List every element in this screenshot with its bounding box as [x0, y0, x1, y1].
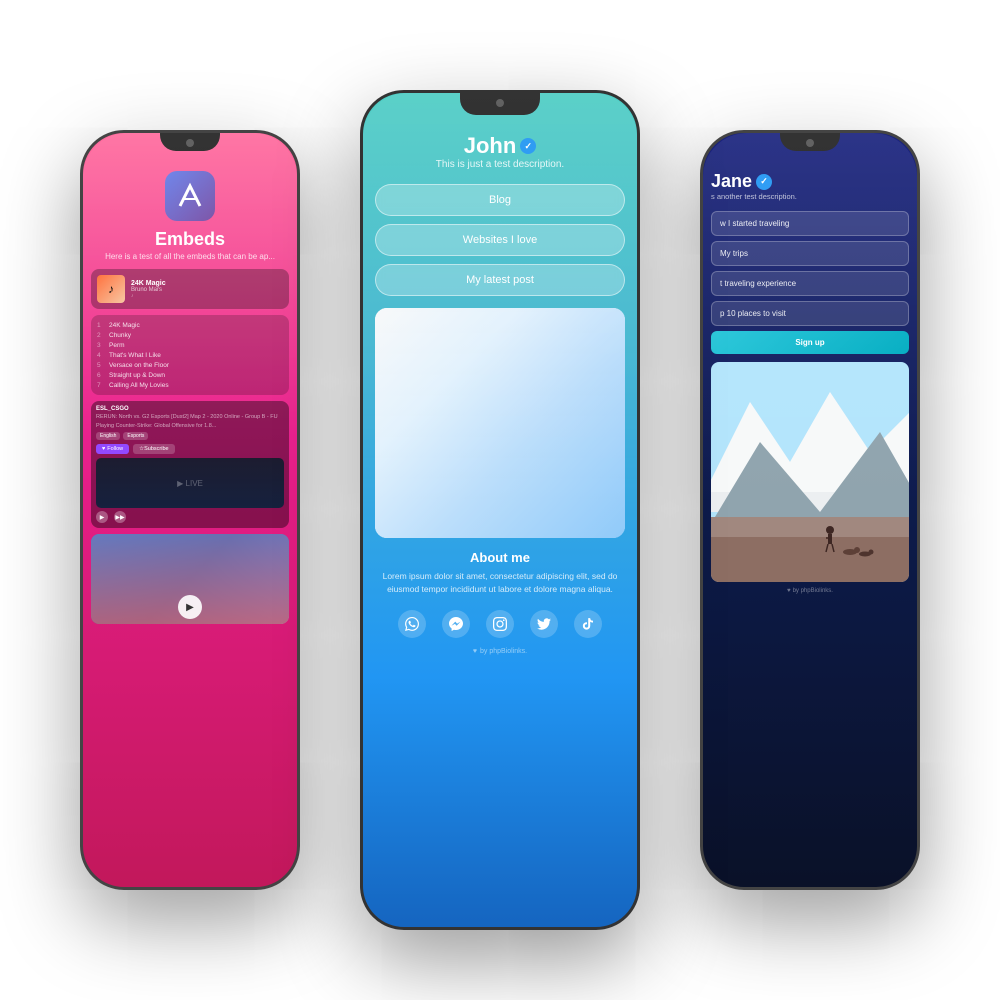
- center-footer: ♥ by phpBiolinks.: [473, 648, 527, 655]
- twitch-embed: ESL_CSGO RERUN: North vs. G2 Esports [Du…: [91, 401, 289, 528]
- about-section: About me Lorem ipsum dolor sit amet, con…: [375, 550, 625, 596]
- phone-left: Embeds Here is a test of all the embeds …: [80, 130, 300, 890]
- messenger-icon[interactable]: [442, 610, 470, 638]
- left-title: Embeds: [91, 229, 289, 250]
- playlist-item: 3Perm: [97, 340, 283, 350]
- twitch-title: ESL_CSGO: [96, 406, 284, 412]
- about-text: Lorem ipsum dolor sit amet, consectetur …: [375, 570, 625, 596]
- tiktok-icon[interactable]: [574, 610, 602, 638]
- video-thumb: ▶: [91, 534, 289, 624]
- twitch-subtitle: RERUN: North vs. G2 Esports [Dust2] Map …: [96, 414, 284, 420]
- playlist: 124K Magic 2Chunky 3Perm 4That's What I …: [91, 315, 289, 395]
- right-description: s another test description.: [711, 192, 909, 201]
- play-control[interactable]: ▶: [96, 511, 108, 523]
- left-logo: [165, 171, 215, 221]
- twitch-game: Playing Counter-Strike: Global Offensive…: [96, 423, 284, 429]
- twitch-screen: ▶ LIVE: [96, 458, 284, 508]
- center-description: This is just a test description.: [436, 159, 564, 170]
- traveling-experience-link[interactable]: t traveling experience: [711, 271, 909, 296]
- whatsapp-icon[interactable]: [398, 610, 426, 638]
- playlist-item: 4That's What I Like: [97, 350, 283, 360]
- right-footer: ♥ by phpBiolinks.: [711, 588, 909, 594]
- music-title: 24K Magic: [131, 280, 283, 287]
- tag-english: English: [96, 432, 120, 440]
- top-places-link[interactable]: p 10 places to visit: [711, 301, 909, 326]
- instagram-icon[interactable]: [486, 610, 514, 638]
- twitch-controls: ▶ ▶▶: [96, 511, 284, 523]
- tag-esports: Esports: [123, 432, 148, 440]
- play-button[interactable]: ▶: [178, 595, 202, 619]
- music-thumb: ♪: [97, 275, 125, 303]
- video-people: ▶: [91, 534, 289, 624]
- phone-right: Jane ✓ s another test description. w I s…: [700, 130, 920, 890]
- post-image: [375, 308, 625, 538]
- music-info: 24K Magic Bruno Mars ♪: [131, 280, 283, 299]
- playlist-item: 5Versace on the Floor: [97, 360, 283, 370]
- right-name: Jane ✓: [711, 171, 909, 192]
- twitch-tags: English Esports: [96, 432, 284, 440]
- phones-container: Embeds Here is a test of all the embeds …: [50, 50, 950, 950]
- signup-button[interactable]: Sign up: [711, 331, 909, 354]
- playlist-item: 2Chunky: [97, 330, 283, 340]
- blog-link[interactable]: Blog: [375, 184, 625, 216]
- playlist-item: 124K Magic: [97, 320, 283, 330]
- laptop-scene: [375, 308, 625, 538]
- latest-post-link[interactable]: My latest post: [375, 264, 625, 296]
- music-embed: ♪ 24K Magic Bruno Mars ♪: [91, 269, 289, 309]
- verified-badge: ✓: [520, 138, 536, 154]
- traveling-start-link[interactable]: w I started traveling: [711, 211, 909, 236]
- social-icons: [398, 610, 602, 638]
- websites-link[interactable]: Websites I love: [375, 224, 625, 256]
- twitter-icon[interactable]: [530, 610, 558, 638]
- subscribe-button[interactable]: ☆Subscribe: [133, 444, 174, 454]
- about-title: About me: [375, 550, 625, 565]
- playlist-item: 7Calling All My Lovies: [97, 380, 283, 390]
- center-name: John ✓: [464, 133, 537, 159]
- next-control[interactable]: ▶▶: [114, 511, 126, 523]
- music-extra: ♪: [131, 293, 283, 299]
- left-subtitle: Here is a test of all the embeds that ca…: [91, 252, 289, 261]
- my-trips-link[interactable]: My trips: [711, 241, 909, 266]
- video-embed: 🔊 ▶: [91, 534, 289, 624]
- playlist-item: 6Straight up & Down: [97, 370, 283, 380]
- right-mountain-image: [711, 362, 909, 582]
- phone-center: John ✓ This is just a test description. …: [360, 90, 640, 930]
- follow-button[interactable]: ♥Follow: [96, 444, 129, 454]
- twitch-buttons: ♥Follow ☆Subscribe: [96, 444, 284, 454]
- right-verified-badge: ✓: [756, 174, 772, 190]
